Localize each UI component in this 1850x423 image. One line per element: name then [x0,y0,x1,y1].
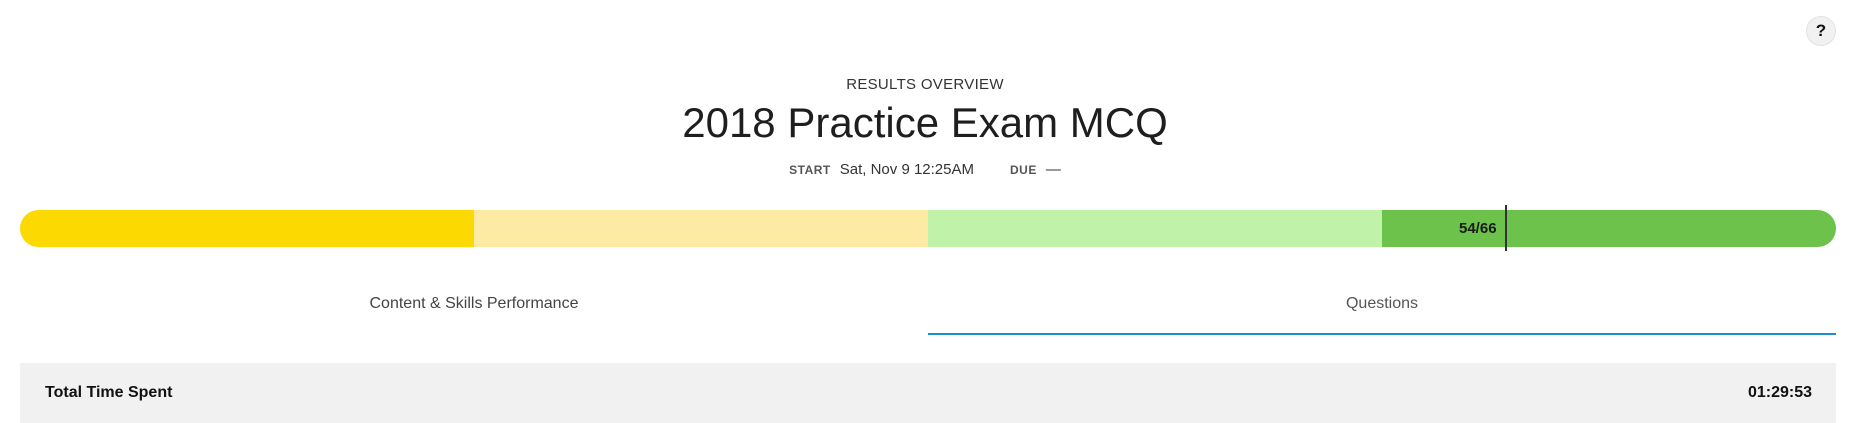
exam-meta: START Sat, Nov 9 12:25AM DUE — [0,161,1850,178]
start-label: START [789,162,831,177]
total-time-row: Total Time Spent 01:29:53 [20,363,1836,423]
tab-questions[interactable]: Questions [928,285,1836,335]
tab-content-skills[interactable]: Content & Skills Performance [20,285,928,335]
total-time-label: Total Time Spent [45,384,173,401]
help-button[interactable]: ? [1806,16,1836,46]
score-count: 54/66 [1459,220,1497,237]
help-icon: ? [1815,21,1827,40]
progress-segment-1 [20,210,474,247]
due-value: — [1045,161,1061,178]
score-marker [1505,205,1507,251]
score-progress-bar: 54/66 [20,210,1836,247]
progress-segment-4: 54/66 [1382,210,1836,247]
due-label: DUE [1010,162,1037,177]
results-overview-eyebrow: RESULTS OVERVIEW [846,76,1004,93]
progress-segment-3 [928,210,1382,247]
total-time-value: 01:29:53 [1747,384,1812,401]
results-tabs: Content & Skills Performance Questions [20,285,1836,335]
start-value: Sat, Nov 9 12:25AM [839,161,974,178]
page-title: 2018 Practice Exam MCQ [682,99,1168,146]
progress-segment-2 [474,210,928,247]
